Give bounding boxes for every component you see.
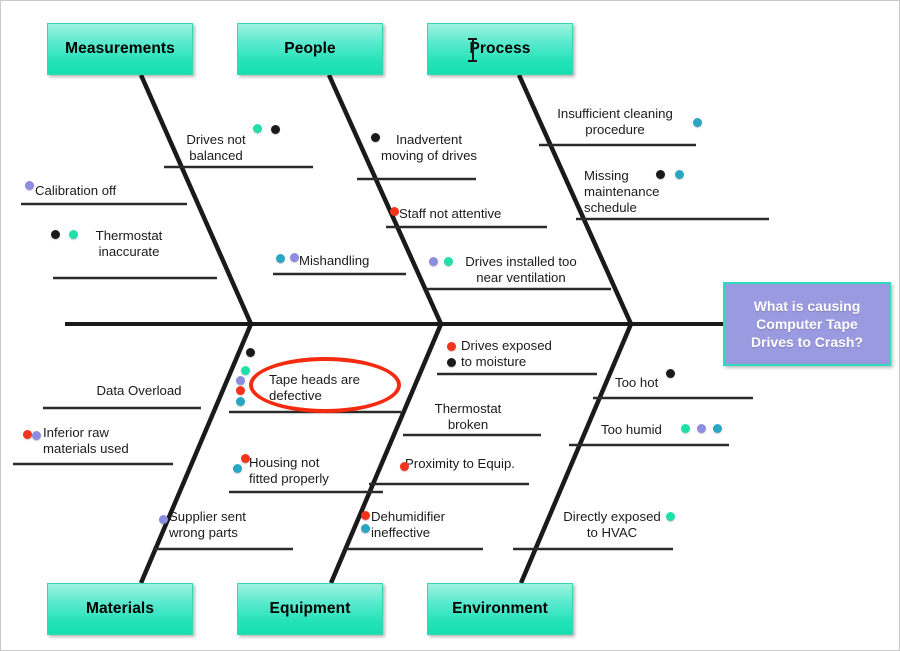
category-box-process[interactable]: Process (427, 23, 573, 75)
cause-mishandling[interactable]: Mishandling (299, 253, 399, 269)
category-box-materials[interactable]: Materials (47, 583, 193, 635)
vote-dot-spring-green (69, 230, 78, 239)
vote-dot-black (666, 369, 675, 378)
cause-proximity-to-equip[interactable]: Proximity to Equip. (405, 456, 555, 472)
cause-housing-not-fitted[interactable]: Housing not fitted properly (249, 455, 359, 487)
vote-dot-red (447, 342, 456, 351)
vote-dot-periwinkle (236, 376, 245, 385)
cause-inferior-raw-materials[interactable]: Inferior raw materials used (43, 425, 169, 457)
vote-dot-teal (236, 397, 245, 406)
vote-dot-spring-green (681, 424, 690, 433)
fishbone-diagram-canvas: Measurements People Process Materials Eq… (0, 0, 900, 651)
vote-dot-teal (675, 170, 684, 179)
vote-dot-red (400, 462, 409, 471)
cause-supplier-wrong-parts[interactable]: Supplier sent wrong parts (169, 509, 289, 541)
cause-dehumidifier-ineffective[interactable]: Dehumidifier ineffective (371, 509, 481, 541)
cause-too-humid[interactable]: Too humid (601, 422, 685, 438)
category-label-materials: Materials (85, 599, 155, 617)
category-label-measurements: Measurements (65, 39, 175, 57)
vote-dot-red (236, 386, 245, 395)
cause-thermostat-inaccurate[interactable]: Thermostat inaccurate (79, 228, 179, 260)
vote-dot-spring-green (666, 512, 675, 521)
vote-dot-periwinkle (25, 181, 34, 190)
category-box-equipment[interactable]: Equipment (237, 583, 383, 635)
category-box-measurements[interactable]: Measurements (47, 23, 193, 75)
vote-dot-black (371, 133, 380, 142)
vote-dot-periwinkle (159, 515, 168, 524)
problem-statement-text: What is causing Computer Tape Drives to Cr… (750, 297, 864, 351)
cause-calibration-off[interactable]: Calibration off (35, 183, 165, 199)
vote-dot-periwinkle (429, 257, 438, 266)
vote-dot-teal (361, 524, 370, 533)
cause-drives-not-balanced[interactable]: Drives not balanced (171, 132, 261, 164)
category-label-environment: Environment (452, 599, 548, 617)
cause-insufficient-cleaning[interactable]: Insufficient cleaning procedure (541, 106, 689, 138)
vote-dot-periwinkle (290, 253, 299, 262)
highlight-ellipse (249, 357, 401, 413)
cause-too-hot[interactable]: Too hot (615, 375, 685, 391)
vote-dot-red (241, 454, 250, 463)
vote-dot-spring-green (444, 257, 453, 266)
bone-people (326, 74, 444, 325)
vote-dot-red (361, 511, 370, 520)
vote-dot-black (447, 358, 456, 367)
vote-dot-periwinkle (697, 424, 706, 433)
vote-dot-teal (693, 118, 702, 127)
vote-dot-red (390, 207, 399, 216)
vote-dot-black (51, 230, 60, 239)
vote-dot-spring-green (253, 124, 262, 133)
cause-inadvertent-moving[interactable]: Inadvertent moving of drives (371, 132, 487, 164)
vote-dot-black (246, 348, 255, 357)
cause-data-overload[interactable]: Data Overload (79, 383, 199, 399)
category-box-people[interactable]: People (237, 23, 383, 75)
category-label-equipment: Equipment (269, 599, 351, 617)
problem-statement-box[interactable]: What is causing Computer Tape Drives to Cr… (723, 282, 891, 366)
category-label-people: People (284, 39, 336, 57)
cause-drives-exposed-moisture[interactable]: Drives exposed to moisture (461, 338, 581, 370)
bone-measurements (138, 74, 254, 325)
vote-dot-teal (276, 254, 285, 263)
vote-dot-teal (233, 464, 242, 473)
vote-dot-spring-green (241, 366, 250, 375)
cause-drives-near-ventilation[interactable]: Drives installed too near ventilation (451, 254, 591, 286)
vote-dot-black (656, 170, 665, 179)
cause-missing-maintenance[interactable]: Missing maintenance schedule (584, 168, 680, 216)
category-label-process: Process (469, 39, 531, 57)
vote-dot-teal (713, 424, 722, 433)
cause-staff-not-attentive[interactable]: Staff not attentive (399, 206, 539, 222)
category-box-environment[interactable]: Environment (427, 583, 573, 635)
cause-thermostat-broken[interactable]: Thermostat broken (413, 401, 523, 433)
cause-directly-exposed-hvac[interactable]: Directly exposed to HVAC (557, 509, 667, 541)
vote-dot-black (271, 125, 280, 134)
vote-dot-red (23, 430, 32, 439)
vote-dot-periwinkle (32, 431, 41, 440)
